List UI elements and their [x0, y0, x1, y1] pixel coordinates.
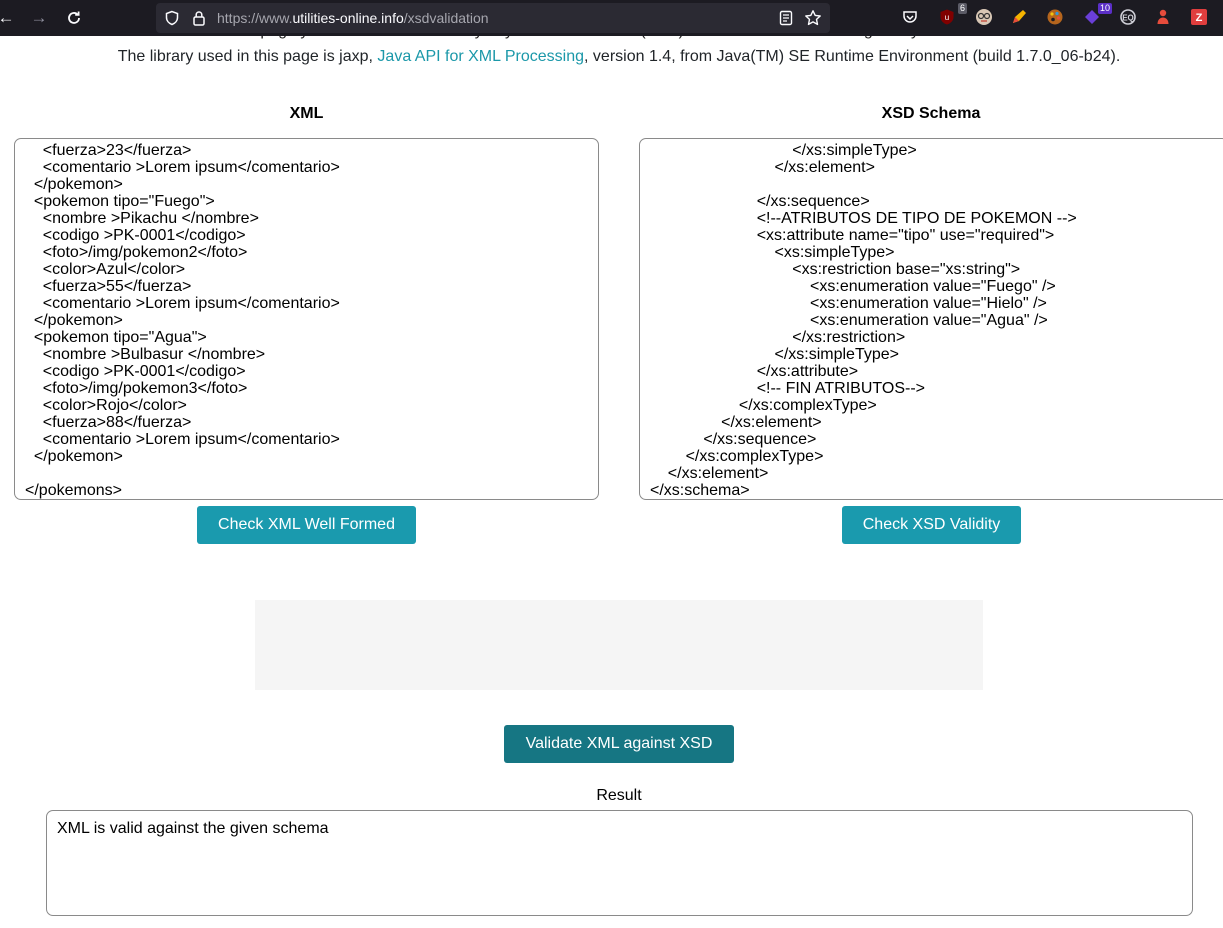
jaxp-link[interactable]: Java API for XML Processing: [377, 48, 584, 65]
result-label: Result: [596, 787, 642, 804]
ublock-icon[interactable]: u 6: [936, 3, 967, 28]
eq-icon[interactable]: EQ: [1117, 6, 1139, 28]
glasses-icon[interactable]: [973, 6, 995, 28]
library-info-text: The library used in this page is jaxp,: [117, 48, 378, 65]
result-textarea[interactable]: XML is valid against the given schema: [46, 810, 1193, 916]
bookmark-star-icon[interactable]: [804, 3, 822, 33]
xml-title: XML: [289, 105, 324, 122]
lock-icon[interactable]: [192, 3, 206, 33]
pen-icon[interactable]: [1008, 6, 1030, 28]
reader-view-icon[interactable]: [778, 3, 794, 33]
browser-toolbar: ← → https://www.utilities-online.info/xs…: [0, 0, 1223, 36]
address-bar[interactable]: https://www.utilities-online.info/xsdval…: [156, 3, 830, 33]
palette-icon[interactable]: [1044, 6, 1066, 28]
pocket-icon[interactable]: [899, 6, 921, 28]
xsd-textarea[interactable]: </xs:simpleType> </xs:element> </xs:sequ…: [639, 138, 1223, 500]
person-icon[interactable]: [1152, 6, 1174, 28]
check-xsd-button[interactable]: Check XSD Validity: [842, 506, 1021, 544]
library-info-version: , version 1.4, from Java(TM) SE Runtime …: [584, 48, 1121, 65]
url-text[interactable]: https://www.utilities-online.info/xsdval…: [217, 3, 489, 33]
result-text: XML is valid against the given schema: [57, 820, 329, 837]
svg-text:u: u: [945, 13, 949, 22]
shield-icon[interactable]: [164, 3, 180, 33]
back-arrow-icon[interactable]: ←: [0, 0, 20, 36]
xml-content: <fuerza>23</fuerza> <comentario >Lorem i…: [25, 142, 340, 499]
validate-button[interactable]: Validate XML against XSD: [504, 725, 734, 763]
reload-icon[interactable]: [60, 0, 88, 36]
forward-arrow-icon[interactable]: →: [25, 0, 53, 36]
check-xml-button[interactable]: Check XML Well Formed: [197, 506, 416, 544]
zotero-icon[interactable]: Z: [1188, 6, 1210, 28]
svg-text:EQ: EQ: [1122, 14, 1134, 23]
diamond-icon[interactable]: 10: [1081, 3, 1112, 28]
ad-placeholder: [255, 600, 983, 690]
xsd-content: </xs:simpleType> </xs:element> </xs:sequ…: [650, 142, 1077, 499]
xml-textarea[interactable]: <fuerza>23</fuerza> <comentario >Lorem i…: [14, 138, 599, 500]
svg-text:Z: Z: [1196, 12, 1203, 24]
xsd-title: XSD Schema: [881, 105, 981, 122]
library-info: The library used in this page is jaxp, J…: [0, 48, 1223, 66]
